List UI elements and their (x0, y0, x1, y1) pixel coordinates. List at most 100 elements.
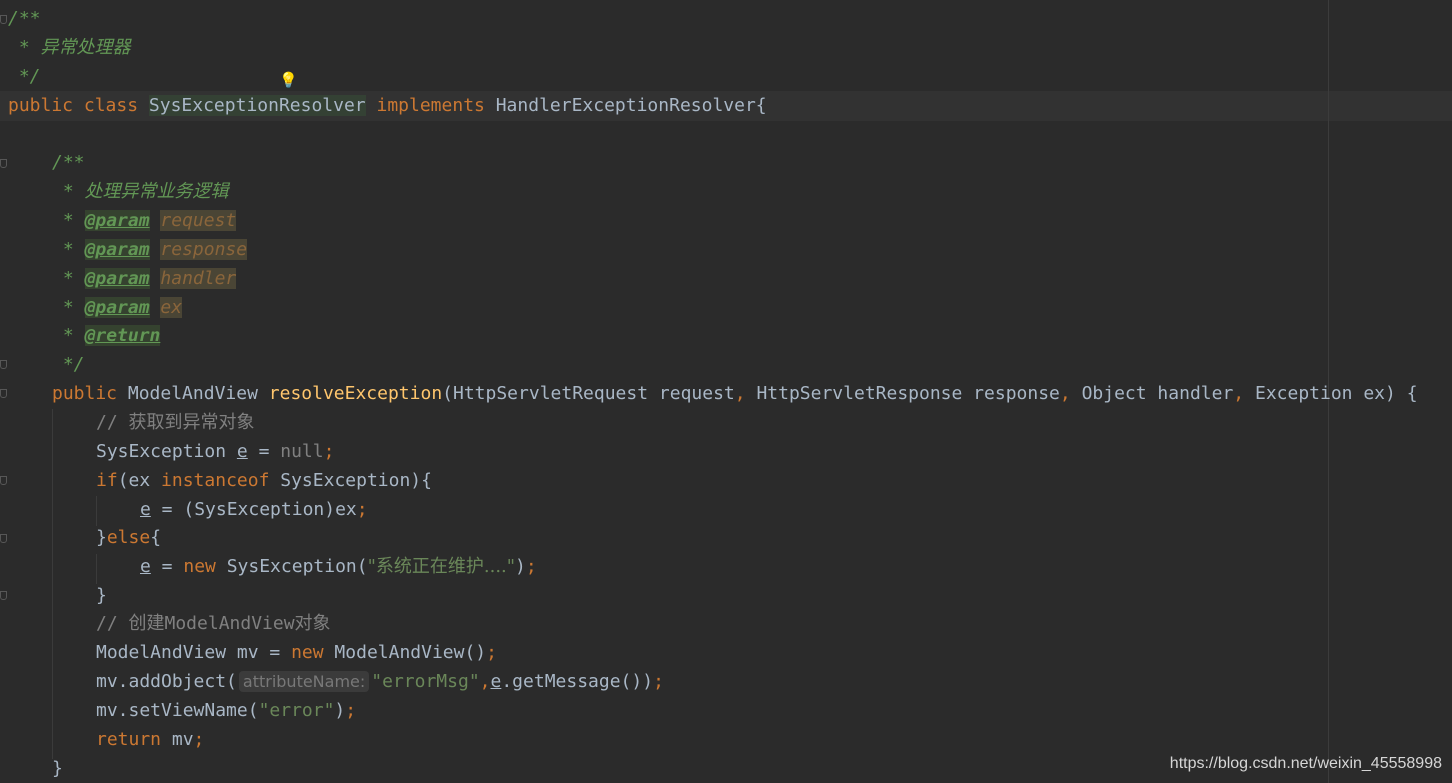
constructor-call: ModelAndView() (323, 642, 487, 663)
doc-star: * (52, 325, 85, 346)
code-line: }else{ (96, 523, 161, 552)
code-line: */ (8, 62, 41, 91)
doc-star: * (52, 239, 85, 260)
line-comment: // 创建ModelAndView对象 (96, 613, 331, 634)
doc-tag: @param (84, 268, 150, 289)
string-literal: "errorMsg" (371, 671, 480, 692)
brace: } (96, 527, 107, 548)
doc-star: * (52, 268, 85, 289)
variable-e: e (236, 441, 248, 462)
if-condition: (ex (117, 470, 162, 491)
comma: , (1059, 383, 1071, 404)
keyword: public (52, 383, 118, 404)
string-literal: "系统正在维护...." (367, 556, 516, 577)
doc-param-name: ex (160, 297, 183, 318)
doc-comment-open: /** (8, 8, 41, 29)
semicolon: ; (323, 441, 335, 462)
method-call: mv.setViewName( (96, 700, 259, 721)
variable-declaration: ModelAndView mv = (96, 642, 292, 663)
method-signature-line: public ModelAndView resolveException(Htt… (52, 379, 1418, 408)
parameter-hint: attributeName: (238, 671, 370, 692)
code-line: /** (8, 4, 41, 33)
fold-marker-icon[interactable] (0, 591, 7, 600)
keyword: if (96, 470, 118, 491)
code-line: * @param ex (52, 293, 183, 322)
keyword: public (8, 95, 74, 116)
parameter: (HttpServletRequest request (442, 383, 735, 404)
parameter: Exception ex) { (1244, 383, 1418, 404)
doc-tag: @return (84, 325, 161, 346)
keyword: new (291, 642, 324, 663)
code-line: */ (52, 350, 85, 379)
keyword: new (183, 556, 216, 577)
semicolon: ; (193, 729, 205, 750)
return-value: mv (161, 729, 194, 750)
code-line: e = (SysException)ex; (140, 495, 368, 524)
variable-e: e (490, 671, 502, 692)
string-literal: "error" (258, 700, 335, 721)
code-line: mv.addObject(attributeName: "errorMsg",e.… (96, 667, 664, 696)
comma: , (479, 671, 491, 692)
doc-star: * (52, 297, 85, 318)
code-line: /** (52, 148, 85, 177)
return-type: ModelAndView (127, 383, 258, 404)
cast-expression: (SysException)ex (183, 499, 357, 520)
method-call: .getMessage()) (501, 671, 654, 692)
operator: = (150, 556, 184, 577)
fold-marker-icon[interactable] (0, 389, 7, 398)
keyword-null: null (280, 441, 324, 462)
code-editor[interactable]: 💡 /** * 异常处理器 */ public class SysExcepti… (0, 0, 1452, 783)
operator: = (150, 499, 184, 520)
fold-marker-icon[interactable] (0, 360, 7, 369)
method-name: resolveException (268, 383, 443, 404)
watermark: https://blog.csdn.net/weixin_45558998 (1169, 755, 1442, 772)
doc-tag: @param (84, 239, 150, 260)
code-line: * @param handler (52, 264, 237, 293)
code-line: * @param response (52, 235, 248, 264)
code-line: ModelAndView mv = new ModelAndView(); (96, 638, 497, 667)
code-line: e = new SysException("系统正在维护...."); (140, 552, 537, 581)
doc-comment-text: * 处理异常业务逻辑 (52, 181, 229, 202)
comma: , (1233, 383, 1245, 404)
doc-comment-close: */ (8, 66, 41, 87)
comma: , (734, 383, 746, 404)
variable-e: e (140, 556, 151, 577)
code-line: * 处理异常业务逻辑 (52, 177, 229, 206)
semicolon: ; (653, 671, 664, 692)
keyword: return (96, 729, 162, 750)
operator: = (247, 441, 281, 462)
code-line: * 异常处理器 (8, 33, 131, 62)
code-line: if(ex instanceof SysException){ (96, 466, 432, 495)
code-line: } (96, 581, 107, 610)
doc-tag: @param (84, 297, 150, 318)
line-comment: // 获取到异常对象 (96, 412, 255, 433)
indent-guide (52, 409, 53, 759)
fold-marker-icon[interactable] (0, 15, 7, 24)
fold-marker-icon[interactable] (0, 159, 7, 168)
keyword: class (83, 95, 139, 116)
doc-param-name: handler (160, 268, 237, 289)
variable-e: e (140, 499, 151, 520)
indent-guide (96, 554, 97, 584)
doc-star: * (52, 210, 85, 231)
doc-comment-text: * 异常处理器 (8, 37, 131, 58)
fold-marker-icon[interactable] (0, 534, 7, 543)
paren: ) (334, 700, 346, 721)
class-declaration-line: public class SysExceptionResolver implem… (8, 91, 767, 120)
indent-guide (96, 496, 97, 526)
intention-bulb-icon[interactable]: 💡 (279, 73, 298, 88)
code-line: // 获取到异常对象 (96, 408, 255, 437)
parameter: Object handler (1070, 383, 1234, 404)
semicolon: ; (345, 700, 357, 721)
code-line: } (52, 754, 63, 783)
semicolon: ; (486, 642, 497, 663)
code-line: // 创建ModelAndView对象 (96, 609, 331, 638)
brace: { (150, 527, 162, 548)
doc-comment-open: /** (52, 152, 85, 173)
code-line: SysException e = null; (96, 437, 334, 466)
code-line: mv.setViewName("error"); (96, 696, 356, 725)
code-line: return mv; (96, 725, 204, 754)
type-name: SysException (96, 441, 227, 462)
keyword: implements (376, 95, 485, 116)
fold-marker-icon[interactable] (0, 476, 7, 485)
